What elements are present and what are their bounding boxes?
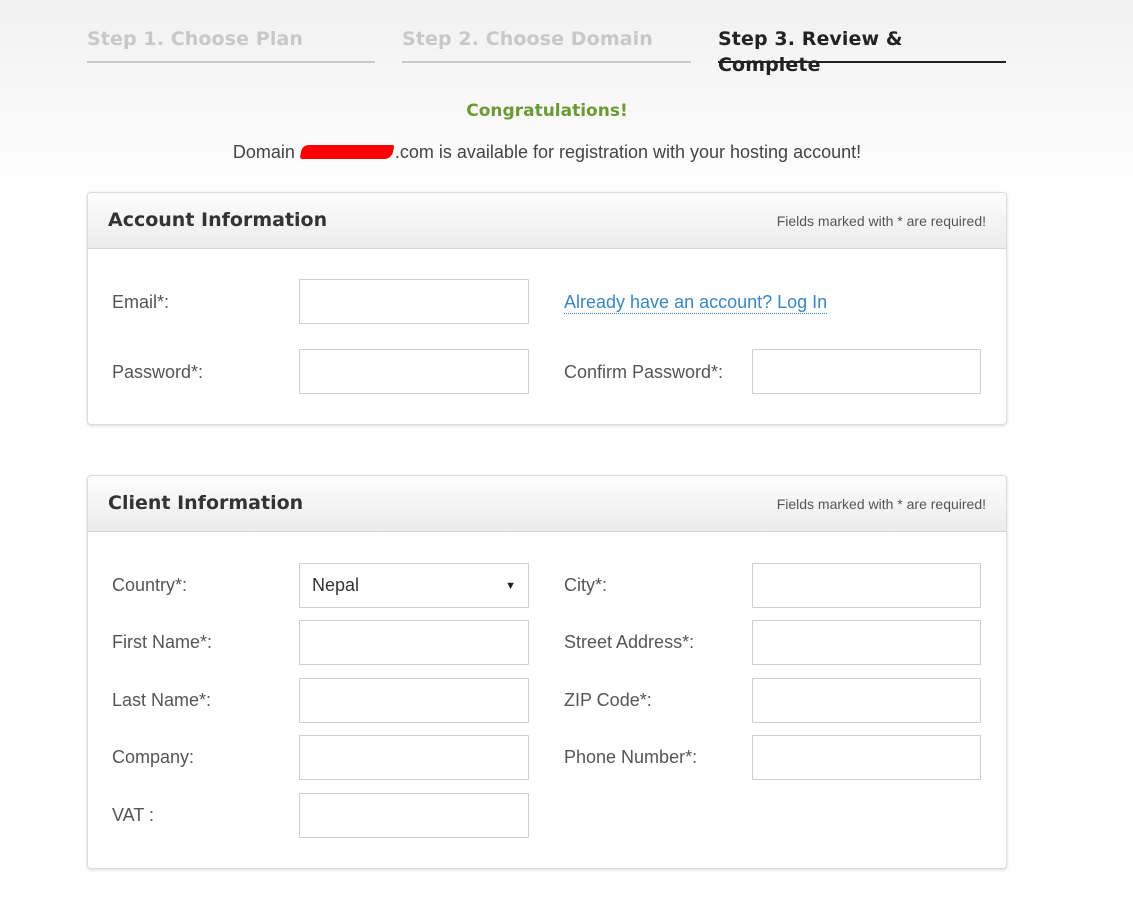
email-field-box — [299, 279, 529, 324]
first-name-field-box — [299, 620, 529, 665]
first-name-field[interactable] — [300, 621, 528, 664]
account-panel-header: Account Information Fields marked with *… — [88, 193, 1006, 249]
phone-number-field-box — [752, 735, 981, 780]
domain-suffix: .com is available for registration with … — [394, 142, 862, 162]
vat-field[interactable] — [300, 794, 528, 837]
vat-label: VAT : — [112, 805, 155, 825]
account-panel-title: Account Information — [108, 209, 328, 231]
redacted-domain-name — [299, 145, 395, 159]
step-review-complete: Step 3. Review & Complete — [718, 26, 1006, 76]
company-field[interactable] — [300, 736, 528, 779]
last-name-field[interactable] — [300, 679, 528, 722]
last-name-field-box — [299, 678, 529, 723]
confirm-password-label: Confirm Password*: — [564, 362, 724, 382]
first-name-label: First Name*: — [112, 632, 213, 652]
country-select[interactable]: Nepal ▼ — [299, 563, 529, 608]
city-label: City*: — [564, 575, 608, 595]
company-label: Company: — [112, 747, 195, 767]
confirm-password-field[interactable] — [753, 350, 980, 393]
street-address-field-box — [752, 620, 981, 665]
congrats-heading: Congratulations! — [466, 101, 628, 121]
step-choose-plan[interactable]: Step 1. Choose Plan — [87, 26, 375, 63]
client-information-panel: Client Information Fields marked with * … — [87, 475, 1007, 869]
city-field-box — [752, 563, 981, 608]
phone-number-label: Phone Number*: — [564, 747, 698, 767]
login-link[interactable]: Already have an account? Log In — [564, 292, 828, 314]
street-address-field[interactable] — [753, 621, 980, 664]
password-field[interactable] — [300, 350, 528, 393]
domain-availability-message: Domain .com is available for registration… — [0, 142, 1094, 163]
step-choose-domain[interactable]: Step 2. Choose Domain — [402, 26, 691, 63]
country-label: Country*: — [112, 575, 188, 595]
password-field-box — [299, 349, 529, 394]
country-select-value: Nepal — [312, 575, 360, 595]
domain-prefix: Domain — [232, 142, 295, 162]
email-label: Email*: — [112, 292, 170, 312]
zip-code-field[interactable] — [753, 679, 980, 722]
required-fields-note: Fields marked with * are required! — [776, 213, 986, 229]
city-field[interactable] — [753, 564, 980, 607]
email-field[interactable] — [300, 280, 528, 323]
account-information-panel: Account Information Fields marked with *… — [87, 192, 1007, 425]
zip-code-label: ZIP Code*: — [564, 690, 652, 710]
client-panel-header: Client Information Fields marked with * … — [88, 476, 1006, 532]
checkout-steps: Step 1. Choose Plan Step 2. Choose Domai… — [87, 26, 1006, 76]
confirm-password-field-box — [752, 349, 981, 394]
password-label: Password*: — [112, 362, 204, 382]
required-fields-note: Fields marked with * are required! — [776, 496, 986, 512]
caret-down-icon: ▼ — [505, 579, 516, 592]
vat-field-box — [299, 793, 529, 838]
company-field-box — [299, 735, 529, 780]
street-address-label: Street Address*: — [564, 632, 695, 652]
zip-code-field-box — [752, 678, 981, 723]
phone-number-field[interactable] — [753, 736, 980, 779]
last-name-label: Last Name*: — [112, 690, 212, 710]
client-panel-title: Client Information — [108, 492, 304, 514]
